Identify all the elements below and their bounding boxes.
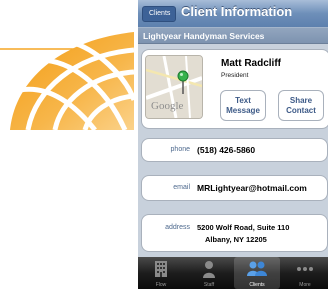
email-value: MRLightyear@hotmail.com <box>197 183 307 193</box>
contact-name: Matt Radcliff <box>221 58 281 69</box>
address-label: address <box>165 224 190 231</box>
map-thumbnail[interactable]: Google <box>145 55 203 119</box>
phone-value: (518) 426-5860 <box>197 145 256 155</box>
text-message-label-line1: Text <box>235 96 251 105</box>
email-row[interactable]: email MRLightyear@hotmail.com <box>141 175 328 201</box>
person-icon <box>203 261 215 278</box>
tab-more-label: More <box>299 282 311 288</box>
contact-card: Google Matt Radcliff President Text Mess… <box>141 49 328 129</box>
tab-more[interactable]: More <box>282 257 328 289</box>
back-button[interactable]: Clients <box>142 6 177 22</box>
page-title: Client Information <box>181 4 293 19</box>
phone-row[interactable]: phone (518) 426-5860 <box>141 138 328 162</box>
navigation-bar: Clients Client Information <box>138 0 328 27</box>
email-label: email <box>173 184 190 191</box>
contact-role: President <box>221 72 249 79</box>
share-contact-button[interactable]: Share Contact <box>278 90 324 121</box>
tab-clients-label: Clients <box>249 282 265 288</box>
people-icon <box>247 261 267 276</box>
address-row[interactable]: address 5200 Wolf Road, Suite 110 Albany… <box>141 214 328 252</box>
tab-flow-label: Flow <box>155 282 167 288</box>
address-line2: Albany, NY 12205 <box>205 235 267 244</box>
tab-bar: Flow Staff Clients More <box>138 257 328 289</box>
more-icon <box>297 267 313 271</box>
section-header: Lightyear Handyman Services <box>138 27 328 44</box>
share-contact-label-line1: Share <box>289 96 313 105</box>
tab-staff[interactable]: Staff <box>186 257 232 289</box>
tab-flow[interactable]: Flow <box>138 257 184 289</box>
address-line1: 5200 Wolf Road, Suite 110 <box>197 223 290 232</box>
building-icon <box>155 261 167 277</box>
google-logo: Google <box>151 100 184 112</box>
text-message-label-line2: Message <box>226 106 260 115</box>
tab-staff-label: Staff <box>203 282 215 288</box>
tab-clients[interactable]: Clients <box>234 257 280 289</box>
company-logo <box>0 20 134 130</box>
iphone-screen: Clients Client Information Lightyear Han… <box>138 0 328 289</box>
map-pin-icon <box>177 70 189 82</box>
text-message-button[interactable]: Text Message <box>220 90 266 121</box>
share-contact-label-line2: Contact <box>286 106 316 115</box>
phone-label: phone <box>170 146 190 153</box>
